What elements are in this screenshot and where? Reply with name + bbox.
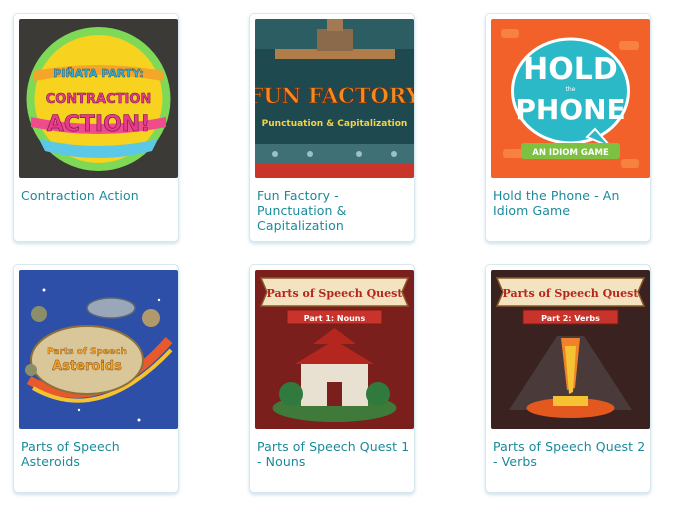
- art-line: Parts of Speech Quest: [267, 287, 404, 300]
- factory-art-icon: FUN FACTORY Punctuation & Capitalization: [255, 19, 414, 178]
- asteroids-art-icon: Parts of Speech Asteroids: [19, 270, 178, 429]
- art-line: Part 1: Nouns: [304, 314, 366, 323]
- art-line: Part 2: Verbs: [541, 314, 600, 323]
- game-card-asteroids[interactable]: Parts of Speech Asteroids Parts of Speec…: [13, 264, 179, 493]
- art-line: PHONE: [515, 93, 625, 126]
- game-card-quest-nouns[interactable]: Parts of Speech Quest Part 1: Nouns Part…: [249, 264, 415, 493]
- game-title-link[interactable]: Parts of Speech Quest 1 - Nouns: [257, 439, 413, 469]
- game-title-link[interactable]: Fun Factory - Punctuation & Capitalizati…: [257, 188, 413, 233]
- volcano-art-icon: Parts of Speech Quest Part 2: Verbs: [491, 270, 650, 429]
- game-grid: PIÑATA PARTY: CONTRACTION ACTION! Contra…: [0, 0, 676, 511]
- art-line: the: [566, 86, 576, 93]
- pinata-art-icon: PIÑATA PARTY: CONTRACTION ACTION!: [19, 19, 178, 178]
- art-line: ACTION!: [47, 112, 151, 137]
- game-title-link[interactable]: Contraction Action: [21, 188, 177, 203]
- art-line: Asteroids: [52, 359, 122, 374]
- castle-art-icon: Parts of Speech Quest Part 1: Nouns: [255, 270, 414, 429]
- art-line: AN IDIOM GAME: [532, 148, 609, 158]
- game-title-link[interactable]: Parts of Speech Quest 2 - Verbs: [493, 439, 649, 469]
- game-thumbnail[interactable]: HOLD the PHONE AN IDIOM GAME: [491, 19, 650, 178]
- game-thumbnail[interactable]: PIÑATA PARTY: CONTRACTION ACTION!: [19, 19, 178, 178]
- phone-art-icon: HOLD the PHONE AN IDIOM GAME: [491, 19, 650, 178]
- art-line: CONTRACTION: [46, 92, 152, 107]
- game-thumbnail[interactable]: FUN FACTORY Punctuation & Capitalization: [255, 19, 414, 178]
- game-card-fun-factory[interactable]: FUN FACTORY Punctuation & Capitalization…: [249, 13, 415, 242]
- art-line: HOLD: [523, 52, 618, 87]
- game-card-quest-verbs[interactable]: Parts of Speech Quest Part 2: Verbs Part…: [485, 264, 651, 493]
- game-thumbnail[interactable]: Parts of Speech Quest Part 1: Nouns: [255, 270, 414, 429]
- game-card-contraction-action[interactable]: PIÑATA PARTY: CONTRACTION ACTION! Contra…: [13, 13, 179, 242]
- art-line: PIÑATA PARTY:: [53, 67, 143, 80]
- game-title-link[interactable]: Parts of Speech Asteroids: [21, 439, 177, 469]
- game-title-link[interactable]: Hold the Phone - An Idiom Game: [493, 188, 649, 218]
- art-line: Punctuation & Capitalization: [262, 119, 408, 129]
- game-card-hold-the-phone[interactable]: HOLD the PHONE AN IDIOM GAME Hold the Ph…: [485, 13, 651, 242]
- art-line: FUN FACTORY: [255, 83, 414, 108]
- game-thumbnail[interactable]: Parts of Speech Asteroids: [19, 270, 178, 429]
- art-line: Parts of Speech: [47, 347, 127, 357]
- game-thumbnail[interactable]: Parts of Speech Quest Part 2: Verbs: [491, 270, 650, 429]
- art-line: Parts of Speech Quest: [503, 287, 640, 300]
